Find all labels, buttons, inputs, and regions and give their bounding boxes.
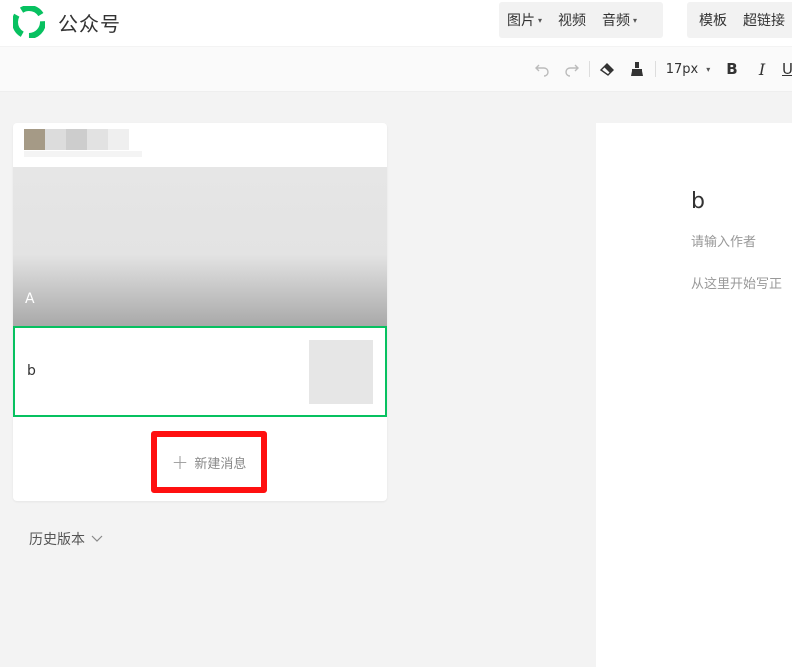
hyperlink-button[interactable]: 超链接 bbox=[735, 10, 792, 30]
caret-down-icon: ▾ bbox=[633, 15, 638, 25]
image-menu[interactable]: 图片 ▾ bbox=[499, 10, 550, 30]
blur-block bbox=[45, 129, 66, 150]
italic-button[interactable]: I bbox=[752, 57, 772, 81]
blur-block bbox=[87, 129, 108, 150]
history-versions-toggle[interactable]: 历史版本 bbox=[29, 529, 103, 549]
redo-button[interactable] bbox=[562, 57, 582, 81]
cover-article-title: A bbox=[25, 291, 35, 307]
cover-article-a[interactable]: A bbox=[13, 167, 387, 326]
font-size-value: 17px bbox=[665, 61, 699, 77]
undo-icon bbox=[535, 64, 549, 77]
new-message-label: 新建消息 bbox=[194, 456, 247, 472]
redo-icon bbox=[565, 64, 579, 77]
highlight-box: + 新建消息 bbox=[151, 431, 267, 493]
template-button[interactable]: 模板 bbox=[687, 10, 735, 30]
caret-down-icon: ▾ bbox=[706, 64, 711, 74]
article-item-title: b bbox=[27, 363, 36, 379]
audio-menu[interactable]: 音频 ▾ bbox=[594, 10, 645, 30]
font-size-select[interactable]: 17px ▾ bbox=[664, 57, 712, 81]
undo-button[interactable] bbox=[532, 57, 552, 81]
author-input[interactable]: 请输入作者 bbox=[691, 231, 756, 250]
toolbar-divider bbox=[589, 61, 590, 77]
history-label: 历史版本 bbox=[29, 532, 85, 548]
blur-line bbox=[24, 151, 142, 157]
article-thumbnail bbox=[309, 340, 373, 404]
image-menu-label: 图片 bbox=[507, 13, 535, 29]
chevron-down-icon bbox=[91, 535, 103, 542]
plus-icon: + bbox=[171, 450, 189, 474]
app-title: 公众号 bbox=[58, 12, 121, 36]
audio-menu-label: 音频 bbox=[602, 13, 631, 29]
editor-panel: b 请输入作者 从这里开始写正 bbox=[596, 123, 792, 667]
blur-block bbox=[108, 129, 129, 150]
clear-format-button[interactable] bbox=[596, 57, 618, 81]
video-menu-label: 视频 bbox=[558, 13, 587, 29]
format-brush-icon bbox=[631, 62, 643, 76]
format-painter-button[interactable] bbox=[627, 57, 647, 81]
hyperlink-label: 超链接 bbox=[743, 13, 785, 29]
media-toolgroup: 图片 ▾ 视频 音频 ▾ bbox=[499, 2, 663, 38]
article-list-card: A b + 新建消息 bbox=[13, 123, 387, 501]
video-menu[interactable]: 视频 bbox=[550, 10, 594, 30]
body-editor[interactable]: 从这里开始写正 bbox=[691, 273, 782, 292]
template-label: 模板 bbox=[699, 13, 727, 29]
format-toolbar: 17px ▾ B I U bbox=[0, 47, 792, 92]
insert-toolgroup: 模板 超链接 bbox=[687, 2, 792, 38]
eraser-icon bbox=[599, 63, 614, 76]
top-header: 公众号 图片 ▾ 视频 音频 ▾ 模板 超链接 bbox=[0, 0, 792, 46]
article-title-input[interactable]: b bbox=[691, 189, 705, 214]
article-item-b-selected[interactable]: b bbox=[13, 326, 387, 417]
new-message-button[interactable]: + 新建消息 bbox=[157, 437, 261, 487]
toolbar-divider bbox=[655, 61, 656, 77]
wechat-mp-logo-icon bbox=[13, 6, 45, 38]
bold-button[interactable]: B bbox=[722, 57, 742, 81]
underline-button[interactable]: U bbox=[782, 57, 792, 81]
blur-block bbox=[24, 129, 45, 150]
blur-block bbox=[66, 129, 87, 150]
caret-down-icon: ▾ bbox=[538, 15, 543, 25]
